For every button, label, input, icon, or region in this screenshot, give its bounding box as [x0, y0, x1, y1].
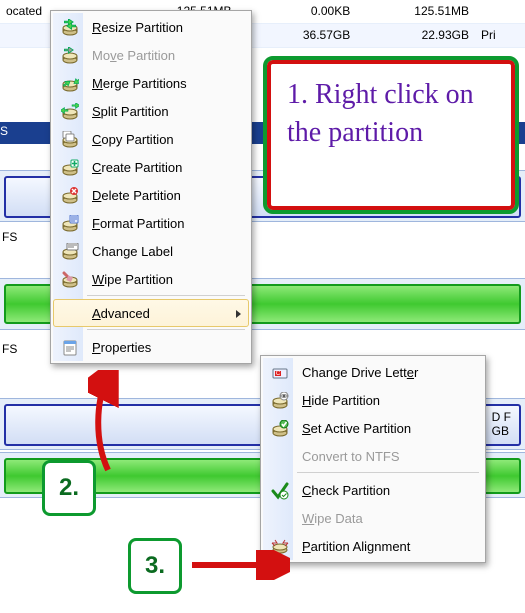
menu-item-copy-partition[interactable]: Copy Partition: [53, 125, 249, 153]
menu-item-split-partition[interactable]: Split Partition: [53, 97, 249, 125]
menu-item-wipe-data: Wipe Data: [263, 504, 483, 532]
menu-item-label: Resize Partition: [92, 20, 183, 35]
menu-item-label: Wipe Partition: [92, 272, 173, 287]
menu-item-set-active-partition[interactable]: Set Active Partition: [263, 414, 483, 442]
label-icon: [60, 242, 80, 262]
menu-item-label: Move Partition: [92, 48, 175, 63]
selected-row-label: S: [0, 124, 8, 138]
annotation-step-2: 2.: [42, 460, 96, 516]
resize-icon: [60, 18, 80, 38]
hide-icon: [270, 391, 290, 411]
svg-text:C: C: [276, 371, 281, 377]
menu-item-label: Convert to NTFS: [302, 449, 400, 464]
row1-c2: 0.00KB: [244, 0, 363, 23]
menu-item-label: Hide Partition: [302, 393, 380, 408]
drive-icon: C: [270, 363, 290, 383]
menu-item-label: Format Partition: [92, 216, 185, 231]
fs-label-1: FS: [2, 230, 17, 244]
wipe-icon: [60, 270, 80, 290]
menu-item-label: Properties: [92, 340, 151, 355]
menu-item-label: Partition Alignment: [302, 539, 410, 554]
menu-item-hide-partition[interactable]: Hide Partition: [263, 386, 483, 414]
split-icon: [60, 102, 80, 122]
menu-item-label: Check Partition: [302, 483, 390, 498]
fs-label-2: FS: [2, 342, 17, 356]
menu-item-move-partition: Move Partition: [53, 41, 249, 69]
menu-item-label: Split Partition: [92, 104, 169, 119]
none-icon: [270, 509, 290, 529]
row2-c3: Pri: [481, 24, 525, 47]
annotation-step-3-text: 3.: [145, 552, 165, 580]
menu-item-create-partition[interactable]: Create Partition: [53, 153, 249, 181]
menu-item-label: Set Active Partition: [302, 421, 411, 436]
none-icon: [270, 447, 290, 467]
properties-icon: [60, 338, 80, 358]
menu-item-change-drive-letter[interactable]: C Change Drive Letter: [263, 358, 483, 386]
annotation-step-3: 3.: [128, 538, 182, 594]
menu-item-resize-partition[interactable]: Resize Partition: [53, 13, 249, 41]
menu-item-label: Wipe Data: [302, 511, 363, 526]
merge-icon: [60, 74, 80, 94]
row2-c2: 22.93GB: [362, 24, 481, 47]
none-icon: [60, 304, 80, 324]
advanced-submenu: C Change Drive Letter Hide Partition Set Ac…: [260, 355, 486, 563]
menu-item-advanced[interactable]: Advanced: [53, 299, 249, 327]
format-icon: [60, 214, 80, 234]
menu-item-delete-partition[interactable]: Delete Partition: [53, 181, 249, 209]
annotation-step-2-text: 2.: [59, 474, 79, 502]
menu-item-label: Change Drive Letter: [302, 365, 418, 380]
menu-item-label: Advanced: [92, 306, 150, 321]
context-menu: Resize Partition Move Partition Merge Part…: [50, 10, 252, 364]
menu-item-convert-to-ntfs: Convert to NTFS: [263, 442, 483, 470]
annotation-note-1: 1. Right click on the partition: [267, 60, 515, 210]
menu-item-label: Create Partition: [92, 160, 182, 175]
annotation-note-1-text: 1. Right click on the partition: [287, 79, 474, 148]
menu-item-partition-alignment[interactable]: Partition Alignment: [263, 532, 483, 560]
menu-item-format-partition[interactable]: Format Partition: [53, 209, 249, 237]
delete-icon: [60, 186, 80, 206]
expand-arrow-icon: [235, 309, 243, 319]
arrow-step-3: [190, 550, 290, 580]
menu-item-label: Merge Partitions: [92, 76, 187, 91]
row1-c3: 125.51MB: [362, 0, 481, 23]
menu-item-label: Copy Partition: [92, 132, 174, 147]
row2-c1: 36.57GB: [244, 24, 363, 47]
move-icon: [60, 46, 80, 66]
menu-item-label: Change Label: [92, 244, 173, 259]
menu-item-label: Delete Partition: [92, 188, 181, 203]
create-icon: [60, 158, 80, 178]
band2-text: D F GB: [492, 410, 511, 438]
menu-item-check-partition[interactable]: Check Partition: [263, 476, 483, 504]
menu-item-wipe-partition[interactable]: Wipe Partition: [53, 265, 249, 293]
check-icon: [270, 481, 290, 501]
copy-icon: [60, 130, 80, 150]
menu-item-merge-partitions[interactable]: Merge Partitions: [53, 69, 249, 97]
menu-item-properties[interactable]: Properties: [53, 333, 249, 361]
active-icon: [270, 419, 290, 439]
menu-item-change-label[interactable]: Change Label: [53, 237, 249, 265]
